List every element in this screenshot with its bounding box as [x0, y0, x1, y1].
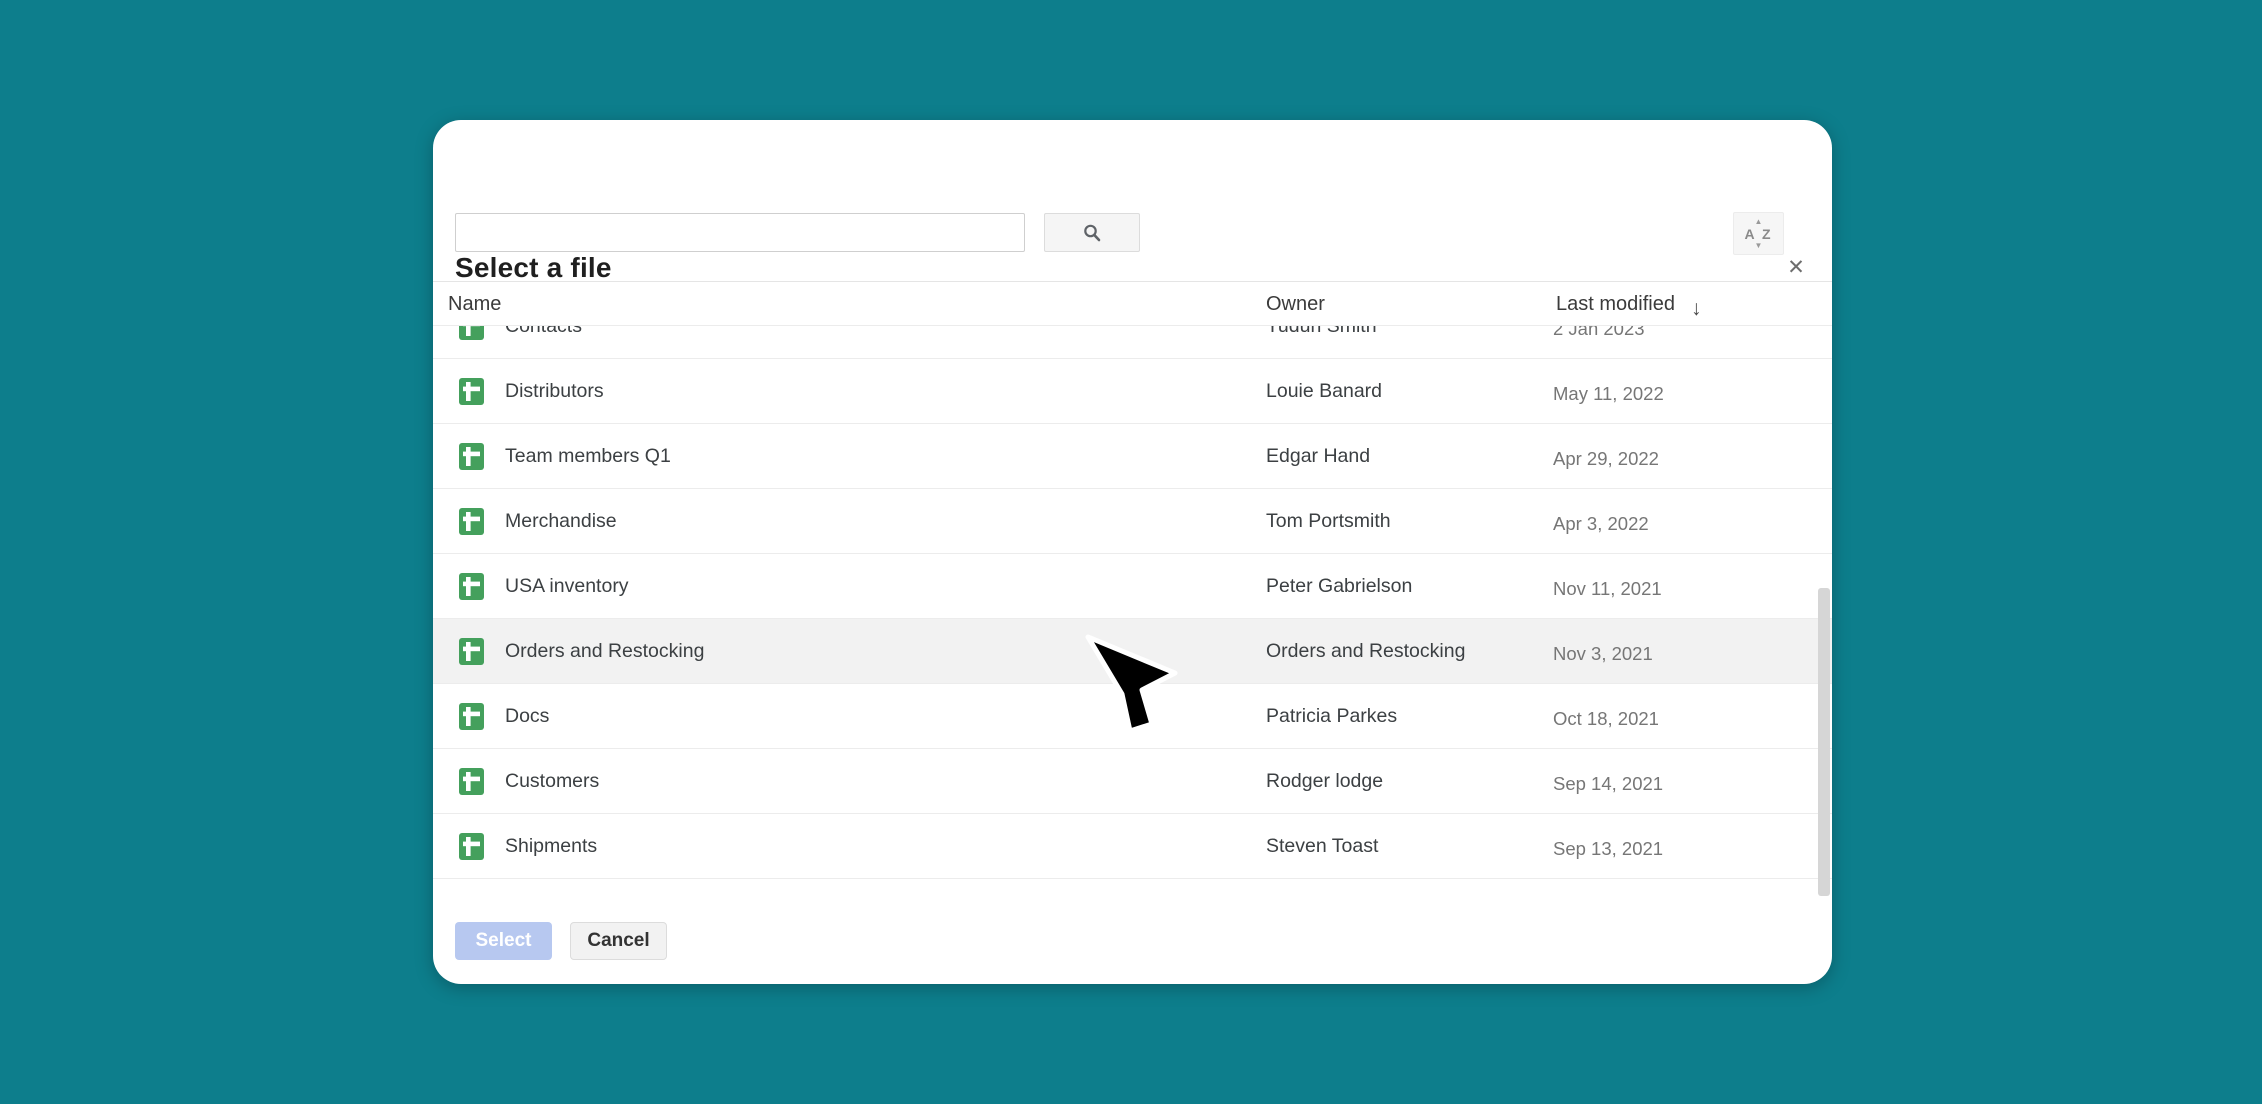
file-name: Team members Q1 — [505, 424, 671, 489]
file-row[interactable]: Orders and Restocking Orders and Restock… — [433, 619, 1832, 684]
file-owner: Edgar Hand — [1266, 424, 1370, 489]
search-button[interactable] — [1044, 213, 1140, 252]
file-row[interactable]: Distributors Louie Banard May 11, 2022 — [433, 359, 1832, 424]
file-owner: Rodger lodge — [1266, 749, 1383, 814]
spreadsheet-icon — [459, 703, 484, 730]
file-owner: Steven Toast — [1266, 814, 1378, 879]
file-modified: Apr 29, 2022 — [1553, 426, 1659, 491]
file-modified: Nov 3, 2021 — [1553, 621, 1653, 686]
sort-asc-icon: ▲ — [1755, 218, 1763, 226]
file-row[interactable]: Shipments Steven Toast Sep 13, 2021 — [433, 814, 1832, 879]
file-owner: Tom Portsmith — [1266, 489, 1391, 554]
file-name: Docs — [505, 684, 549, 749]
search-icon — [1082, 223, 1102, 243]
file-name: Distributors — [505, 359, 604, 424]
file-name: Shipments — [505, 814, 597, 879]
file-row[interactable]: USA inventory Peter Gabrielson Nov 11, 2… — [433, 554, 1832, 619]
cancel-button[interactable]: Cancel — [570, 922, 667, 960]
spreadsheet-icon — [459, 443, 484, 470]
sort-az-label: A Z — [1744, 227, 1772, 241]
file-name: Customers — [505, 749, 599, 814]
table-header: Name Owner Last modified ↓ — [433, 281, 1832, 325]
search-input[interactable] — [455, 213, 1025, 252]
column-header-modified[interactable]: Last modified — [1556, 282, 1675, 326]
file-modified: Oct 18, 2021 — [1553, 686, 1659, 751]
file-modified: May 11, 2022 — [1553, 361, 1664, 426]
file-row[interactable]: Customers Rodger lodge Sep 14, 2021 — [433, 749, 1832, 814]
file-name: Contacts — [505, 325, 582, 359]
select-file-dialog: Select a file ✕ ▲ A Z ▼ Name Owner Last … — [433, 120, 1832, 984]
select-button[interactable]: Select — [455, 922, 552, 960]
file-modified: Sep 14, 2021 — [1553, 751, 1663, 816]
file-list: Contacts Yudun Smith 2 Jan 2023 Distribu… — [433, 325, 1832, 881]
spreadsheet-icon — [459, 638, 484, 665]
spreadsheet-icon — [459, 378, 484, 405]
scrollbar-thumb[interactable] — [1818, 588, 1830, 896]
spreadsheet-icon — [459, 573, 484, 600]
spreadsheet-icon — [459, 508, 484, 535]
page-title: Select a file — [455, 252, 612, 284]
spreadsheet-icon — [459, 833, 484, 860]
file-name: Orders and Restocking — [505, 619, 704, 684]
file-row[interactable]: Contacts Yudun Smith 2 Jan 2023 — [433, 325, 1832, 359]
file-owner: Peter Gabrielson — [1266, 554, 1412, 619]
file-owner: Louie Banard — [1266, 359, 1382, 424]
sort-desc-icon: ▼ — [1755, 242, 1763, 250]
file-modified: Nov 11, 2021 — [1553, 556, 1662, 621]
file-row[interactable]: Team members Q1 Edgar Hand Apr 29, 2022 — [433, 424, 1832, 489]
file-modified: Sep 13, 2021 — [1553, 816, 1663, 881]
file-row[interactable]: Merchandise Tom Portsmith Apr 3, 2022 — [433, 489, 1832, 554]
spreadsheet-icon — [459, 325, 484, 340]
file-name: Merchandise — [505, 489, 617, 554]
file-owner: Yudun Smith — [1266, 325, 1377, 359]
file-row[interactable]: Docs Patricia Parkes Oct 18, 2021 — [433, 684, 1832, 749]
file-modified: 2 Jan 2023 — [1553, 325, 1645, 361]
file-name: USA inventory — [505, 554, 629, 619]
column-header-name[interactable]: Name — [448, 282, 501, 326]
spreadsheet-icon — [459, 768, 484, 795]
column-header-owner[interactable]: Owner — [1266, 282, 1325, 326]
file-owner: Orders and Restocking — [1266, 619, 1465, 684]
file-owner: Patricia Parkes — [1266, 684, 1397, 749]
file-modified: Apr 3, 2022 — [1553, 491, 1649, 556]
sort-button[interactable]: ▲ A Z ▼ — [1733, 212, 1784, 255]
